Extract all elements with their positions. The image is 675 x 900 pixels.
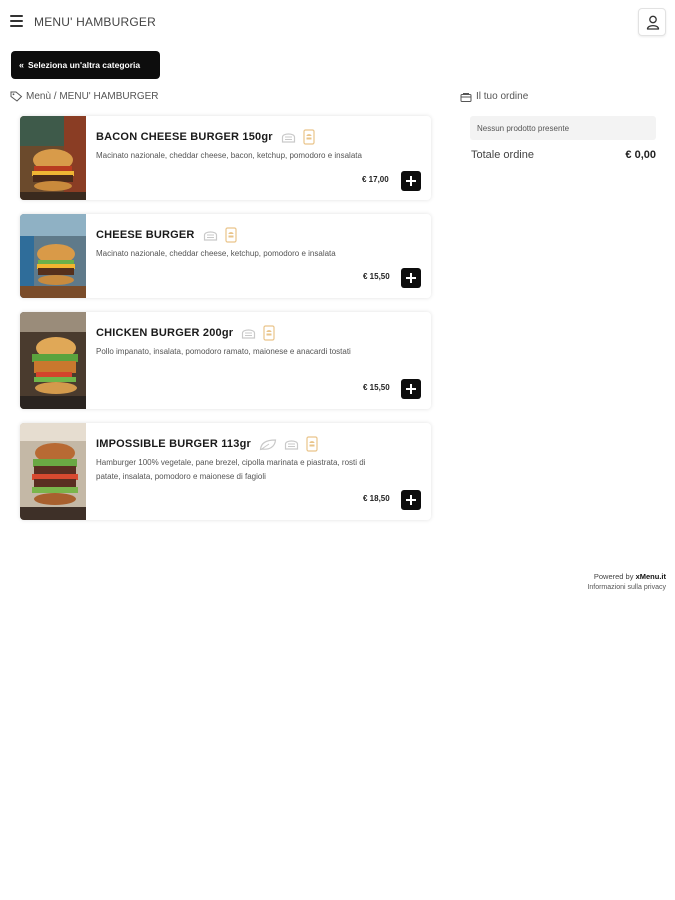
powered-by-brand-link[interactable]: xMenu.it — [636, 572, 666, 581]
top-bar: MENU' HAMBURGER — [0, 0, 675, 44]
bread-icon — [242, 329, 256, 339]
product-card[interactable]: IMPOSSIBLE BURGER 113gr Hamburger 100% v… — [20, 423, 431, 520]
double-chevron-left-icon: « — [19, 60, 25, 70]
product-image — [20, 214, 86, 298]
select-other-category-label: Seleziona un'altra categoria — [28, 60, 141, 70]
powered-by: Powered by xMenu.it — [480, 572, 666, 581]
product-name-text: IMPOSSIBLE BURGER 113gr — [96, 438, 251, 450]
sandwich-bag-icon — [224, 227, 237, 243]
privacy-link[interactable]: Informazioni sulla privacy — [480, 584, 666, 591]
order-panel-title: Il tuo ordine — [460, 91, 528, 102]
product-name-text: CHEESE BURGER — [96, 229, 195, 241]
product-price: € 18,50 — [363, 494, 390, 503]
order-title-text: Il tuo ordine — [476, 91, 529, 102]
order-total-label: Totale ordine — [471, 149, 534, 161]
user-account-button[interactable] — [638, 8, 666, 36]
product-image — [20, 116, 86, 200]
sandwich-bag-icon — [303, 129, 315, 145]
tag-icon — [10, 91, 23, 102]
product-name-text: CHICKEN BURGER 200gr — [96, 327, 234, 339]
vegan-leaf-icon — [259, 438, 277, 450]
product-description: Pollo impanato, insalata, pomodoro ramat… — [96, 347, 351, 356]
page-title: MENU' HAMBURGER — [34, 15, 156, 29]
product-description: Macinato nazionale, cheddar cheese, baco… — [96, 151, 362, 160]
add-to-order-button[interactable] — [401, 490, 421, 510]
product-image — [20, 312, 86, 409]
sandwich-bag-icon — [306, 436, 318, 452]
user-icon — [646, 15, 660, 30]
add-to-order-button[interactable] — [401, 171, 421, 191]
product-name-text: BACON CHEESE BURGER 150gr — [96, 131, 273, 143]
bread-icon — [281, 133, 295, 143]
bread-icon — [284, 440, 299, 450]
product-name: IMPOSSIBLE BURGER 113gr — [96, 436, 325, 452]
product-description: Macinato nazionale, cheddar cheese, ketc… — [96, 249, 336, 258]
menu-icon[interactable] — [10, 15, 23, 27]
order-total-value: € 0,00 — [625, 149, 656, 161]
select-other-category-button[interactable]: « Seleziona un'altra categoria — [11, 51, 160, 79]
product-card[interactable]: BACON CHEESE BURGER 150gr Macinato nazio… — [20, 116, 431, 200]
product-card[interactable]: CHICKEN BURGER 200gr Pollo impanato, ins… — [20, 312, 431, 409]
bag-icon — [460, 92, 472, 102]
product-description: Hamburger 100% vegetale, pane brezel, ci… — [96, 458, 366, 481]
add-to-order-button[interactable] — [401, 379, 421, 399]
footer: Powered by xMenu.it Informazioni sulla p… — [480, 572, 666, 591]
product-name: CHEESE BURGER — [96, 227, 244, 243]
sandwich-bag-icon — [263, 325, 275, 341]
bread-icon — [203, 231, 217, 241]
product-name: BACON CHEESE BURGER 150gr — [96, 129, 322, 145]
breadcrumb: Menù / MENU' HAMBURGER — [10, 91, 159, 102]
product-price: € 15,50 — [363, 272, 390, 281]
product-price: € 17,00 — [362, 175, 389, 184]
empty-order-message: Nessun prodotto presente — [470, 116, 656, 140]
product-image — [20, 423, 86, 520]
product-price: € 15,50 — [363, 383, 390, 392]
product-name: CHICKEN BURGER 200gr — [96, 325, 282, 341]
add-to-order-button[interactable] — [401, 268, 421, 288]
powered-by-prefix: Powered by — [593, 572, 634, 581]
product-card[interactable]: CHEESE BURGER Macinato nazionale, chedda… — [20, 214, 431, 298]
breadcrumb-text: Menù / MENU' HAMBURGER — [26, 91, 159, 102]
